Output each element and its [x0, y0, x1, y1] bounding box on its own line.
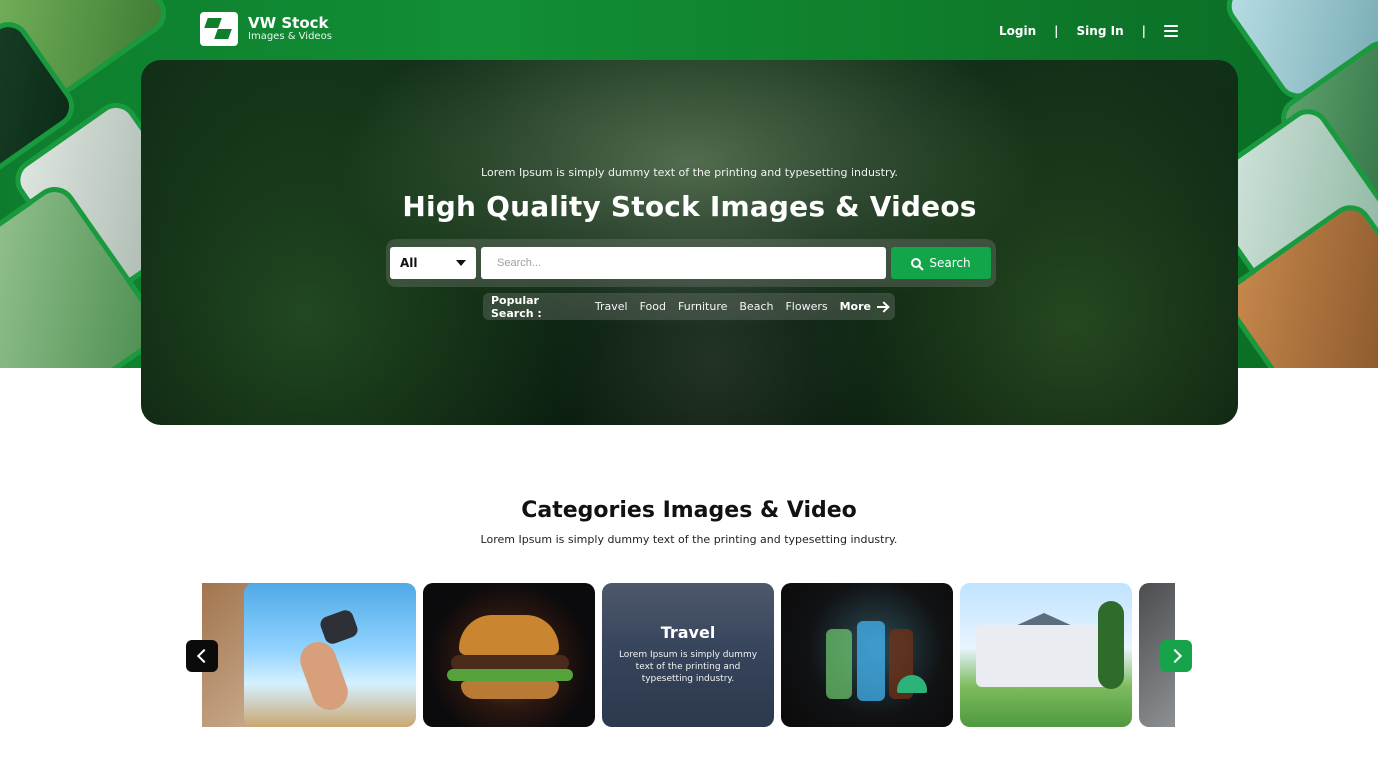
signin-link[interactable]: Sing In: [1077, 24, 1124, 38]
category-select-value: All: [400, 256, 418, 270]
categories-subtitle: Lorem Ipsum is simply dummy text of the …: [480, 533, 898, 546]
category-select[interactable]: All: [390, 247, 476, 279]
popular-tag-food[interactable]: Food: [640, 300, 666, 313]
caret-down-icon: [456, 260, 466, 266]
category-card-text: Lorem Ipsum is simply dummy text of the …: [618, 650, 758, 684]
hero-banner: Lorem Ipsum is simply dummy text of the …: [141, 60, 1238, 425]
menu-bar: [1164, 35, 1178, 37]
search-button[interactable]: Search: [891, 247, 991, 279]
menu-bar: [1164, 25, 1178, 27]
popular-tag-travel[interactable]: Travel: [595, 300, 628, 313]
category-card[interactable]: [423, 583, 595, 727]
popular-search: Popular Search : Travel Food Furniture B…: [483, 293, 895, 320]
carousel-next-button[interactable]: [1160, 640, 1192, 672]
brand-logo[interactable]: VW Stock Images & Videos: [200, 12, 332, 46]
popular-tag-furniture[interactable]: Furniture: [678, 300, 727, 313]
arrow-right-icon: [877, 305, 887, 308]
burger-bun-top: [459, 615, 559, 655]
carousel-prev-button[interactable]: [186, 640, 218, 672]
category-card[interactable]: [244, 583, 416, 727]
popular-tag-beach[interactable]: Beach: [739, 300, 773, 313]
drink-glass: [826, 629, 852, 699]
popular-search-label: Popular Search :: [491, 293, 542, 320]
category-card[interactable]: [960, 583, 1132, 727]
popular-tag-flowers[interactable]: Flowers: [785, 300, 827, 313]
hand-image-shape: [295, 636, 353, 716]
cocktail-umbrella-icon: [897, 675, 927, 693]
drink-glass: [857, 621, 885, 701]
chevron-left-icon: [196, 648, 211, 664]
search-input[interactable]: [481, 247, 886, 279]
hero-subtitle: Lorem Ipsum is simply dummy text of the …: [481, 166, 898, 179]
menu-bar: [1164, 30, 1178, 32]
categories-carousel: Travel Lorem Ipsum is simply dummy text …: [202, 583, 1175, 728]
hero-title: High Quality Stock Images & Videos: [402, 190, 977, 223]
search-icon: [911, 258, 922, 268]
search-button-label: Search: [929, 256, 971, 270]
house-body: [976, 625, 1116, 687]
hamburger-menu-icon[interactable]: [1164, 25, 1178, 37]
category-card[interactable]: [781, 583, 953, 727]
category-card-active[interactable]: Travel Lorem Ipsum is simply dummy text …: [602, 583, 774, 727]
chevron-right-icon: [1167, 648, 1182, 664]
burger-bun-bottom: [461, 681, 559, 699]
categories-title: Categories Images & Video: [521, 498, 857, 523]
brand-title: VW Stock: [248, 14, 329, 32]
nav-separator: |: [1054, 24, 1059, 38]
logo-mark-icon: [200, 12, 238, 46]
more-link[interactable]: More: [840, 300, 887, 313]
brand-subtitle: Images & Videos: [248, 31, 332, 42]
search-bar: All Search: [386, 239, 996, 287]
more-label: More: [839, 300, 871, 313]
nav-separator: |: [1141, 24, 1146, 38]
burger-lettuce: [447, 669, 573, 681]
camera-image-shape: [318, 608, 360, 646]
tree-shape: [1098, 601, 1124, 689]
category-card-title: Travel: [660, 623, 716, 642]
login-link[interactable]: Login: [999, 24, 1036, 38]
brand-text: VW Stock Images & Videos: [248, 15, 332, 43]
top-nav: Login | Sing In |: [999, 24, 1178, 38]
